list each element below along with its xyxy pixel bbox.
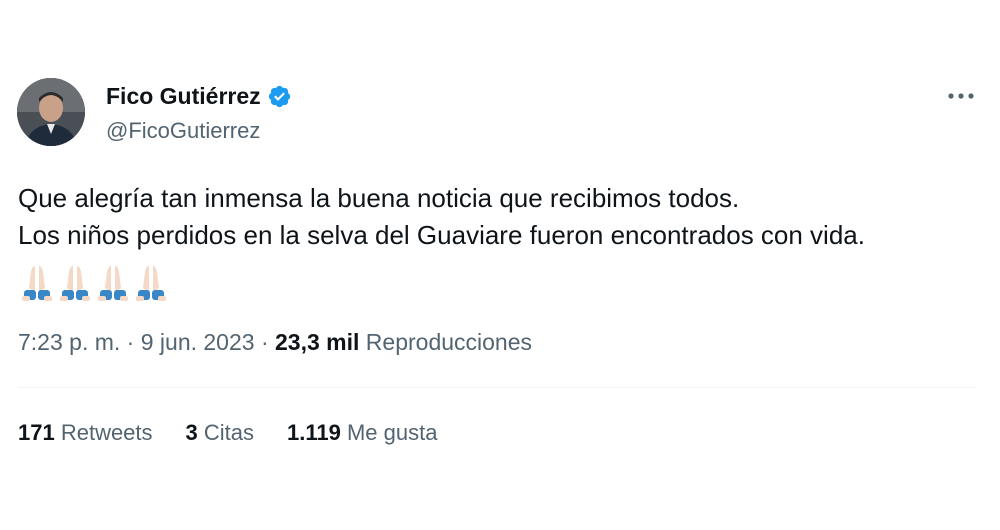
tweet-text: Que alegría tan inmensa la buena noticia… [18, 180, 988, 254]
emoji-row [18, 262, 170, 302]
tweet-stats: 171 Retweets 3 Citas 1.119 Me gusta [18, 420, 437, 446]
meta-separator: · [126, 329, 141, 355]
author-name-row[interactable]: Fico Gutiérrez [106, 83, 292, 110]
likes-label: Me gusta [346, 420, 438, 445]
tweet-card: Fico Gutiérrez @FicoGutierrez Que alegrí… [0, 0, 1000, 530]
tweet-meta: 7:23 p. m. · 9 jun. 2023 · 23,3 mil Repr… [18, 329, 532, 356]
meta-separator: · [260, 329, 276, 355]
author-handle[interactable]: @FicoGutierrez [106, 118, 260, 144]
likes-stat[interactable]: 1.119 Me gusta [287, 420, 437, 446]
quotes-stat[interactable]: 3 Citas [186, 420, 254, 446]
quotes-count: 3 [185, 420, 204, 445]
tweet-text-line-1: Que alegría tan inmensa la buena noticia… [18, 183, 740, 213]
avatar[interactable] [17, 78, 85, 146]
folded-hands-emoji [18, 262, 56, 302]
verified-badge-icon [267, 84, 292, 109]
views-label: Reproducciones [365, 329, 533, 355]
retweets-label: Retweets [60, 420, 153, 445]
more-horizontal-icon[interactable] [944, 84, 978, 108]
folded-hands-emoji [56, 262, 94, 302]
views-count: 23,3 mil [275, 329, 366, 355]
tweet-date[interactable]: 9 jun. 2023 [141, 329, 255, 355]
folded-hands-emoji [94, 262, 132, 302]
tweet-text-line-2: Los niños perdidos en la selva del Guavi… [18, 220, 865, 250]
folded-hands-emoji [132, 262, 170, 302]
quotes-label: Citas [203, 420, 255, 445]
author-name[interactable]: Fico Gutiérrez [106, 83, 261, 110]
tweet-time[interactable]: 7:23 p. m. [18, 329, 120, 355]
divider [18, 387, 976, 388]
likes-count: 1.119 [287, 420, 347, 445]
retweets-count: 171 [18, 420, 61, 445]
retweets-stat[interactable]: 171 Retweets [18, 420, 153, 446]
